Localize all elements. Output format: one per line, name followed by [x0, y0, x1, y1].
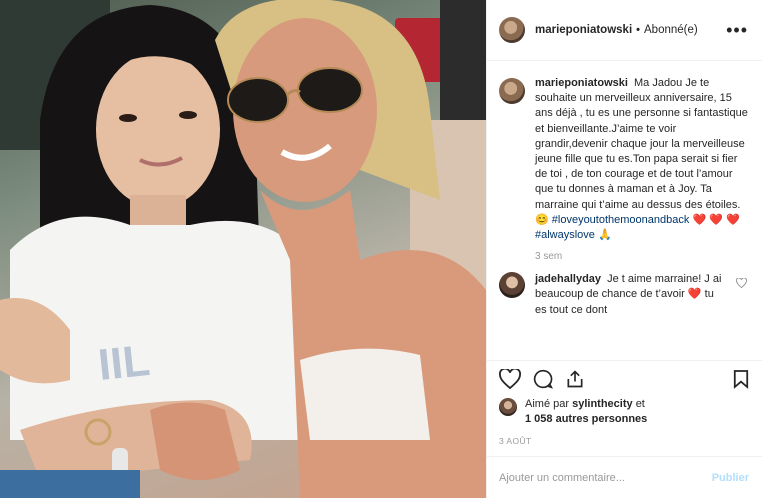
hashtag-alwayslove[interactable]: #alwayslove	[535, 229, 595, 241]
blue-cloth	[0, 470, 140, 498]
caption-time[interactable]: 3 sem	[535, 251, 749, 262]
instagram-post: IIL marieponiatowski • Abonné(e) ••• mar…	[0, 0, 762, 498]
liked-by-conj: et	[635, 398, 645, 410]
publish-button[interactable]: Publier	[712, 472, 749, 484]
more-options-icon[interactable]: •••	[726, 21, 748, 39]
share-icon[interactable]	[565, 369, 585, 389]
like-heart-icon[interactable]	[499, 369, 521, 389]
commenter-avatar[interactable]	[499, 272, 525, 299]
heart-emoji-2: ❤️	[725, 213, 740, 226]
likes-count[interactable]: 1 058 autres personnes	[525, 413, 647, 425]
girl-face	[96, 52, 220, 208]
post-side-panel: marieponiatowski • Abonné(e) ••• mariepo…	[486, 0, 762, 498]
caption-username[interactable]: marieponiatowski	[535, 77, 628, 89]
author-username[interactable]: marieponiatowski	[535, 24, 632, 36]
liker-avatar[interactable]	[499, 398, 517, 416]
comment-item: jadehallyday Je t aime marraine! J ai be…	[499, 272, 749, 318]
post-actions: Aimé par sylinthecity et 1 058 autres pe…	[487, 360, 762, 446]
action-icons	[499, 361, 749, 397]
commenter-username[interactable]: jadehallyday	[535, 273, 601, 285]
post-date[interactable]: 3 août	[499, 436, 749, 446]
post-photo[interactable]: IIL	[0, 0, 486, 498]
comment-bubble-icon[interactable]	[533, 369, 553, 389]
girl-eye-left	[119, 114, 137, 122]
add-comment-input[interactable]: Ajouter un commentaire...	[499, 472, 625, 484]
add-comment-bar: Ajouter un commentaire... Publier	[487, 456, 762, 498]
girl-eye-right	[179, 111, 197, 119]
comments-section[interactable]: marieponiatowski Ma Jadou Je te souhaite…	[487, 62, 762, 360]
post-header: marieponiatowski • Abonné(e) •••	[487, 0, 762, 61]
tshirt-print: IIL	[96, 336, 152, 390]
sunglasses-lens-left	[227, 77, 289, 123]
caption-text-block: marieponiatowski Ma Jadou Je te souhaite…	[535, 76, 749, 243]
bookmark-icon[interactable]	[733, 369, 749, 389]
background-shade-right	[440, 0, 486, 130]
header-separator: •	[636, 24, 640, 36]
likes-text: Aimé par sylinthecity et 1 058 autres pe…	[525, 397, 647, 427]
heart-emoji: ❤️ ❤️	[692, 213, 723, 226]
comment-text-block: jadehallyday Je t aime marraine! J ai be…	[535, 272, 725, 318]
pray-emoji: 🙏	[597, 229, 612, 242]
comment-like-icon[interactable]	[736, 277, 747, 291]
caption-text: Ma Jadou Je te souhaite un merveilleux a…	[535, 77, 748, 211]
caption: marieponiatowski Ma Jadou Je te souhaite…	[499, 76, 749, 243]
liked-by-prefix: Aimé par	[525, 398, 570, 410]
likes-summary: Aimé par sylinthecity et 1 058 autres pe…	[499, 397, 749, 427]
sunglasses-lens-right	[297, 67, 363, 113]
hashtag-loveyoutothemoonandback[interactable]: #loveyoutothemoonandback	[552, 214, 690, 226]
smile-emoji: 😊	[535, 213, 549, 226]
photo-illustration: IIL	[0, 0, 486, 498]
woman-top	[300, 348, 430, 440]
liked-by-user[interactable]: sylinthecity	[572, 398, 633, 410]
author-avatar[interactable]	[499, 17, 525, 43]
caption-avatar[interactable]	[499, 78, 525, 104]
follow-status[interactable]: Abonné(e)	[644, 24, 698, 36]
